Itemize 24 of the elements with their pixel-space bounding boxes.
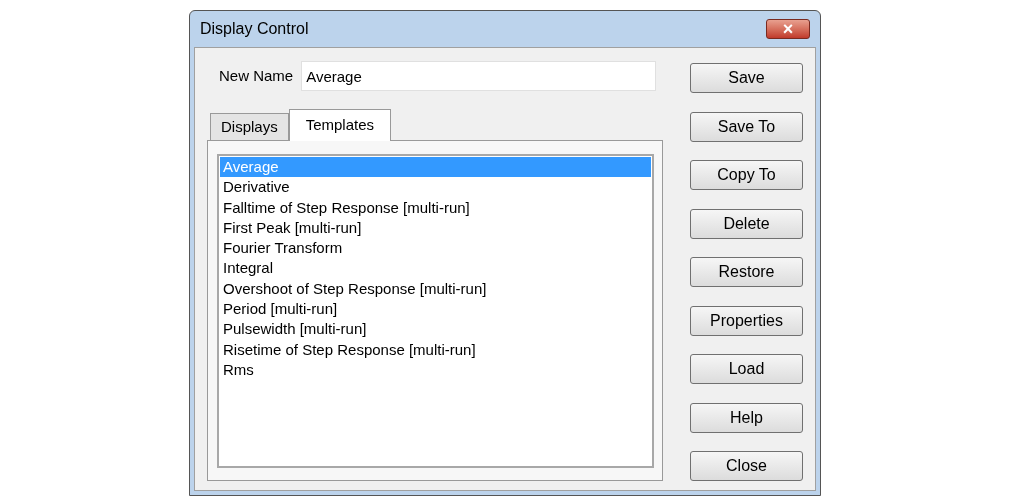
list-item[interactable]: Derivative <box>220 177 651 198</box>
list-item[interactable]: Fourier Transform <box>220 238 651 259</box>
dialog-button[interactable]: Delete <box>690 208 803 239</box>
list-item[interactable]: First Peak [multi-run] <box>220 217 651 239</box>
tab[interactable]: Templates <box>288 109 392 141</box>
list-item[interactable]: Integral <box>220 258 651 279</box>
tab[interactable]: Displays <box>210 113 289 140</box>
dialog-button[interactable]: Save <box>690 63 803 93</box>
list-item[interactable]: Risetime of Step Response [multi-run] <box>220 339 651 360</box>
dialog-button[interactable]: Load <box>690 354 803 384</box>
dialog-button[interactable]: Help <box>690 402 803 433</box>
dialog-button[interactable]: Copy To <box>690 160 803 190</box>
name-input-field[interactable]: Average <box>301 61 657 91</box>
field-label: New Name <box>219 65 294 86</box>
dialog-button[interactable]: Close <box>690 451 803 481</box>
window-title: Display Control <box>200 19 309 39</box>
list-item[interactable]: Overshoot of Step Response [multi-run] <box>220 278 651 300</box>
list-item[interactable]: Period [multi-run] <box>220 299 651 320</box>
dialog-button[interactable]: Properties <box>690 305 803 336</box>
list-item[interactable]: Rms <box>220 359 651 381</box>
list-item[interactable]: Pulsewidth [multi-run] <box>220 319 651 340</box>
dialog-button[interactable]: Restore <box>690 257 803 287</box>
dialog-button[interactable]: Save To <box>690 111 803 142</box>
list-item[interactable]: Falltime of Step Response [multi-run] <box>220 197 651 218</box>
